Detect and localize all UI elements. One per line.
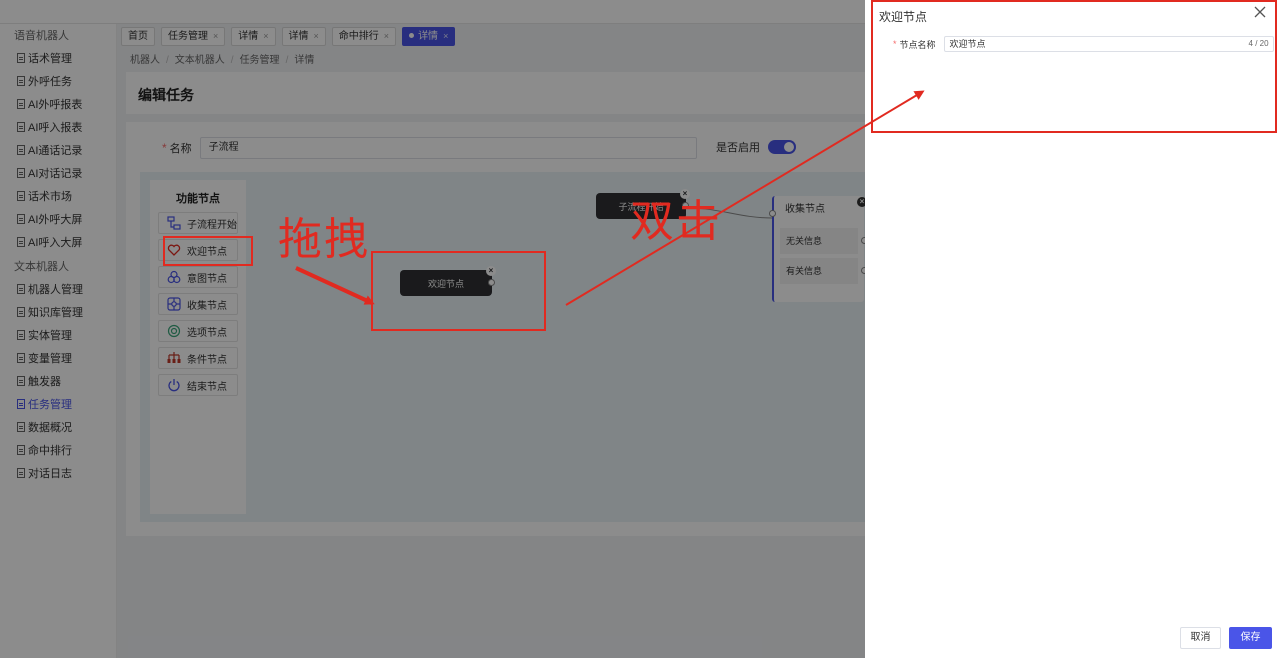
annotation-double-click-text: 双击 (630, 196, 722, 247)
annotation-drag-text: 拖拽 (278, 214, 370, 265)
annotation-box-drawer (871, 0, 1277, 133)
cancel-button[interactable]: 取消 (1180, 627, 1221, 649)
save-button[interactable]: 保存 (1229, 627, 1272, 649)
annotation-box-palette-welcome (163, 236, 253, 266)
annotation-box-dropped-node (371, 251, 546, 331)
